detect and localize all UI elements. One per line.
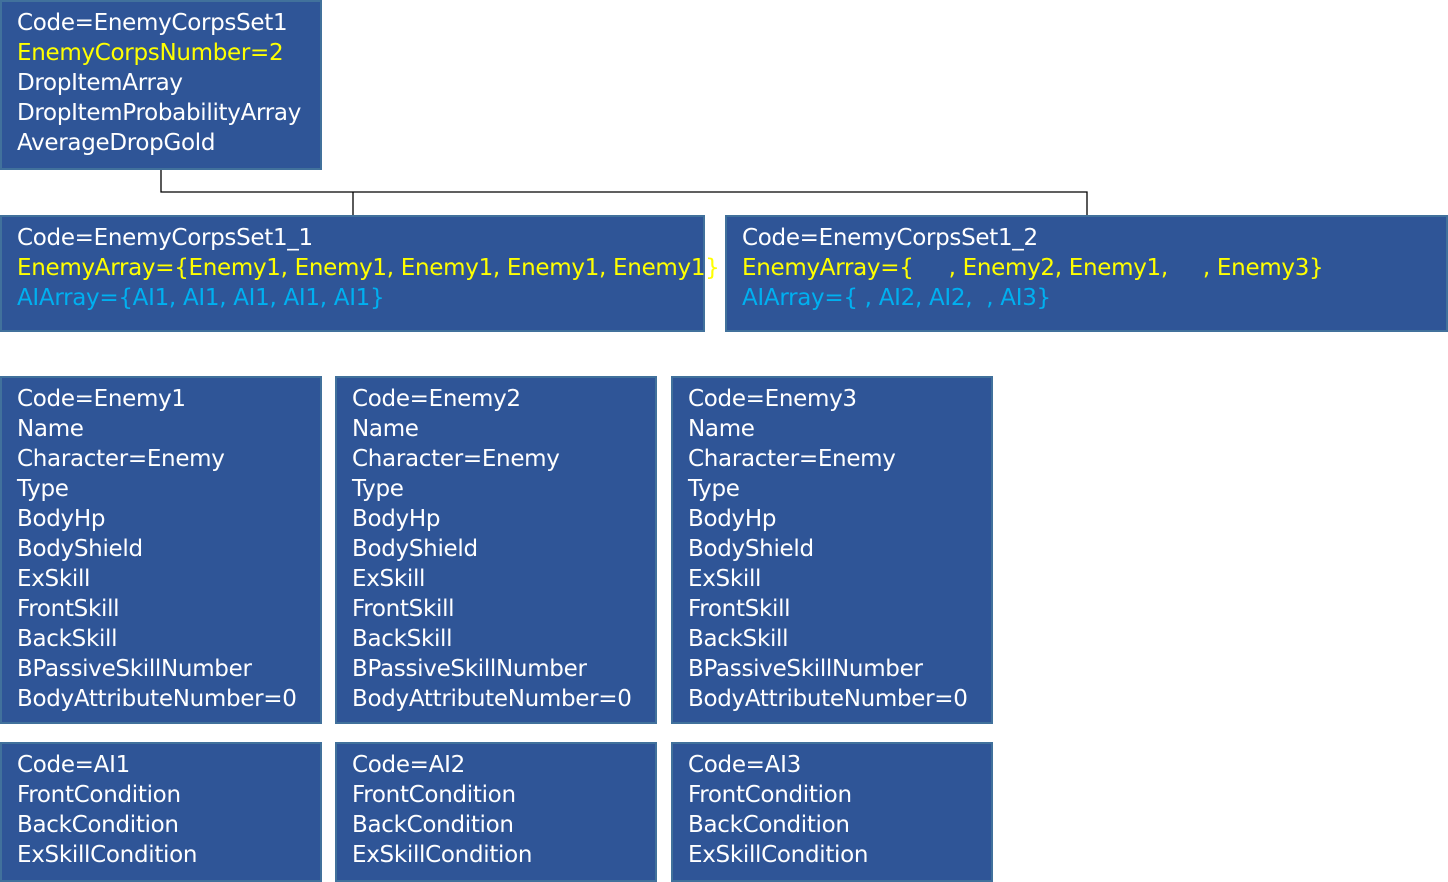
enemy-line: Character=Enemy bbox=[17, 446, 225, 472]
enemy-line: ExSkill bbox=[352, 566, 426, 592]
ai-line: BackCondition bbox=[17, 812, 179, 838]
ai-line: Code=AI1 bbox=[17, 752, 130, 778]
corps-set-line: DropItemArray bbox=[17, 70, 183, 96]
enemy-line: Code=Enemy2 bbox=[352, 386, 521, 412]
enemy-line: BodyHp bbox=[352, 506, 441, 532]
enemy-line: BodyShield bbox=[688, 536, 814, 562]
enemy-line: Name bbox=[17, 416, 84, 442]
enemy-box-1: Code=Enemy1 Name Character=Enemy Type Bo… bbox=[0, 376, 322, 724]
enemy-box-2: Code=Enemy2 Name Character=Enemy Type Bo… bbox=[335, 376, 657, 724]
sub-set-line: Code=EnemyCorpsSet1_1 bbox=[17, 225, 313, 251]
ai-line: FrontCondition bbox=[352, 782, 516, 808]
enemy-line: ExSkill bbox=[17, 566, 91, 592]
ai-box-2: Code=AI2 FrontCondition BackCondition Ex… bbox=[335, 742, 657, 882]
sub-set-line: Code=EnemyCorpsSet1_2 bbox=[742, 225, 1038, 251]
enemy-line: ExSkill bbox=[688, 566, 762, 592]
corps-set-line: Code=EnemyCorpsSet1 bbox=[17, 10, 288, 36]
enemy-line: Name bbox=[352, 416, 419, 442]
enemy-line: BPassiveSkillNumber bbox=[688, 656, 923, 682]
ai-line: Code=AI3 bbox=[688, 752, 801, 778]
enemy-line: BackSkill bbox=[17, 626, 118, 652]
ai-line: BackCondition bbox=[352, 812, 514, 838]
sub-set-box-1: Code=EnemyCorpsSet1_1 EnemyArray={Enemy1… bbox=[0, 215, 720, 332]
connector-parent-to-subsets bbox=[160, 170, 1088, 215]
corps-set-line: DropItemProbabilityArray bbox=[17, 100, 302, 126]
ai-line: ExSkillCondition bbox=[688, 842, 869, 868]
enemy-line: BackSkill bbox=[688, 626, 789, 652]
enemy-line: FrontSkill bbox=[17, 596, 120, 622]
enemy-line: BPassiveSkillNumber bbox=[17, 656, 252, 682]
enemy-line: BackSkill bbox=[352, 626, 453, 652]
enemy-box-3: Code=Enemy3 Name Character=Enemy Type Bo… bbox=[671, 376, 993, 724]
enemy-line: BodyAttributeNumber=0 bbox=[352, 686, 632, 712]
sub-set-line: EnemyArray={ , Enemy2, Enemy1, , Enemy3} bbox=[742, 255, 1324, 281]
enemy-line: BodyHp bbox=[17, 506, 106, 532]
enemy-line: BodyAttributeNumber=0 bbox=[688, 686, 968, 712]
ai-line: FrontCondition bbox=[17, 782, 181, 808]
enemy-line: FrontSkill bbox=[352, 596, 455, 622]
ai-line: ExSkillCondition bbox=[352, 842, 533, 868]
enemy-line: BPassiveSkillNumber bbox=[352, 656, 587, 682]
enemy-line: Name bbox=[688, 416, 755, 442]
enemy-line: BodyShield bbox=[352, 536, 478, 562]
ai-box-1: Code=AI1 FrontCondition BackCondition Ex… bbox=[0, 742, 322, 882]
ai-box-3: Code=AI3 FrontCondition BackCondition Ex… bbox=[671, 742, 993, 882]
enemy-line: Character=Enemy bbox=[352, 446, 560, 472]
ai-line: FrontCondition bbox=[688, 782, 852, 808]
enemy-line: Character=Enemy bbox=[688, 446, 896, 472]
enemy-line: Type bbox=[688, 476, 740, 502]
enemy-line: Code=Enemy3 bbox=[688, 386, 857, 412]
enemy-line: BodyHp bbox=[688, 506, 777, 532]
enemy-line: BodyShield bbox=[17, 536, 143, 562]
enemy-line: Type bbox=[17, 476, 69, 502]
enemy-line: FrontSkill bbox=[688, 596, 791, 622]
ai-line: BackCondition bbox=[688, 812, 850, 838]
corps-set-box: Code=EnemyCorpsSet1 EnemyCorpsNumber=2 D… bbox=[0, 0, 322, 170]
enemy-line: Type bbox=[352, 476, 404, 502]
enemy-line: BodyAttributeNumber=0 bbox=[17, 686, 297, 712]
sub-set-line: AIArray={ , AI2, AI2, , AI3} bbox=[742, 285, 1051, 311]
ai-line: ExSkillCondition bbox=[17, 842, 198, 868]
sub-set-box-2: Code=EnemyCorpsSet1_2 EnemyArray={ , Ene… bbox=[725, 215, 1448, 332]
ai-line: Code=AI2 bbox=[352, 752, 465, 778]
sub-set-line: AIArray={AI1, AI1, AI1, AI1, AI1} bbox=[17, 285, 385, 311]
sub-set-line: EnemyArray={Enemy1, Enemy1, Enemy1, Enem… bbox=[17, 255, 720, 281]
enemy-line: Code=Enemy1 bbox=[17, 386, 186, 412]
corps-set-line: AverageDropGold bbox=[17, 130, 216, 156]
corps-set-line: EnemyCorpsNumber=2 bbox=[17, 40, 284, 66]
